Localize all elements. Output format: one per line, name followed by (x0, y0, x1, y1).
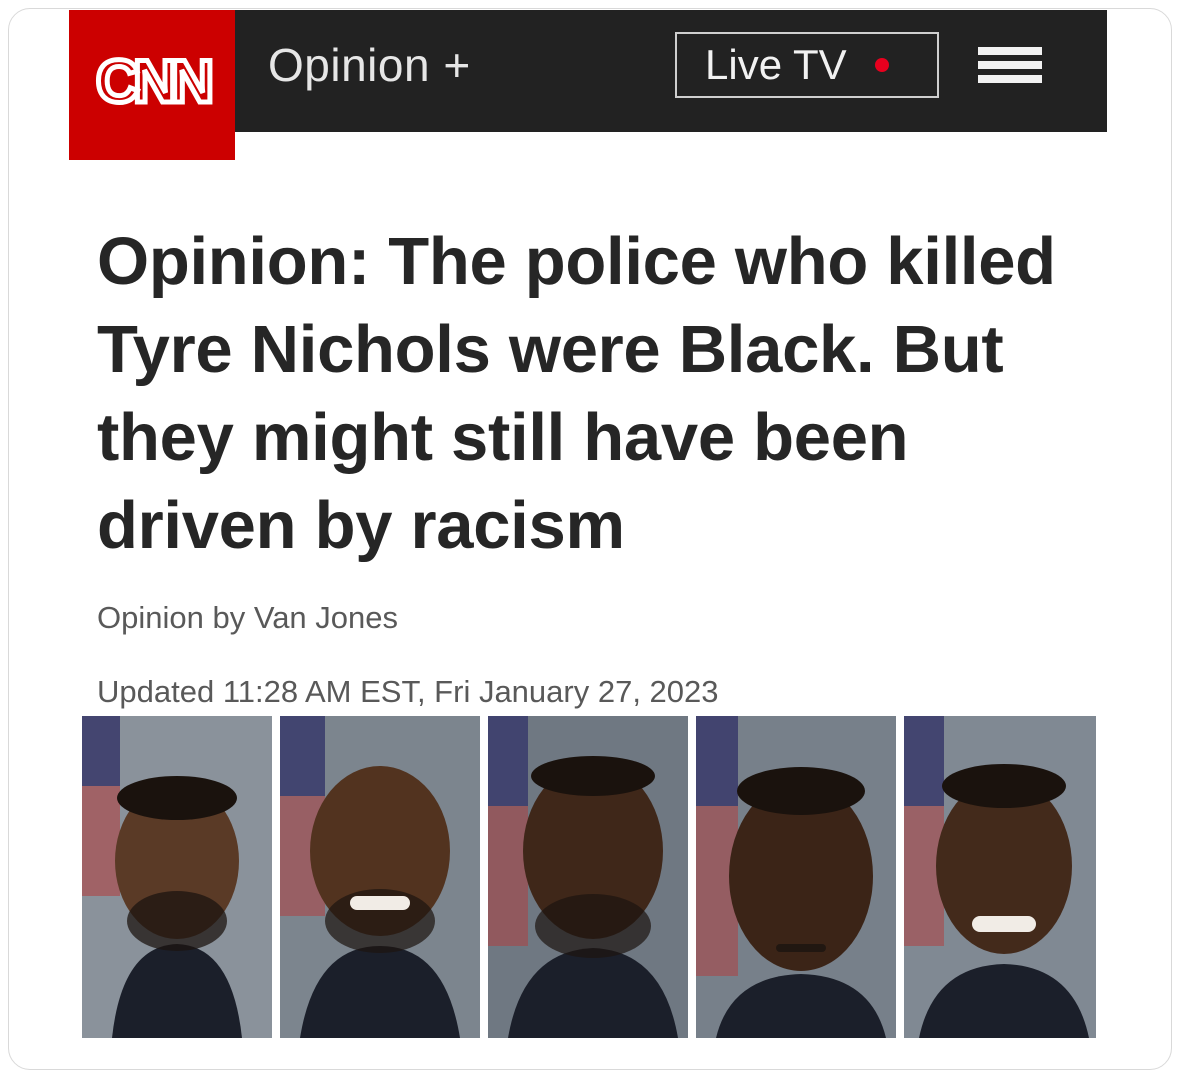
article-timestamp: Updated 11:28 AM EST, Fri January 27, 20… (97, 674, 719, 709)
officer-photo-5 (904, 716, 1096, 1038)
hamburger-menu-icon[interactable] (978, 47, 1042, 89)
officer-photo-1 (82, 716, 272, 1038)
cnn-logo[interactable]: CNN (69, 10, 235, 160)
officer-photo-3 (488, 716, 688, 1038)
officer-photo-4 (696, 716, 896, 1038)
article-byline[interactable]: Opinion by Van Jones (97, 600, 398, 636)
officer-photo-2 (280, 716, 480, 1038)
article-headline: Opinion: The police who killed Tyre Nich… (97, 224, 1056, 563)
nav-section-opinion[interactable]: Opinion + (268, 38, 471, 92)
live-indicator-icon (874, 58, 889, 72)
cnn-logo-text: CNN (96, 48, 211, 115)
live-tv-label: Live TV (705, 41, 847, 88)
cnn-logo-icon: CNN (94, 46, 218, 118)
live-tv-button[interactable]: Live TV (675, 32, 939, 98)
